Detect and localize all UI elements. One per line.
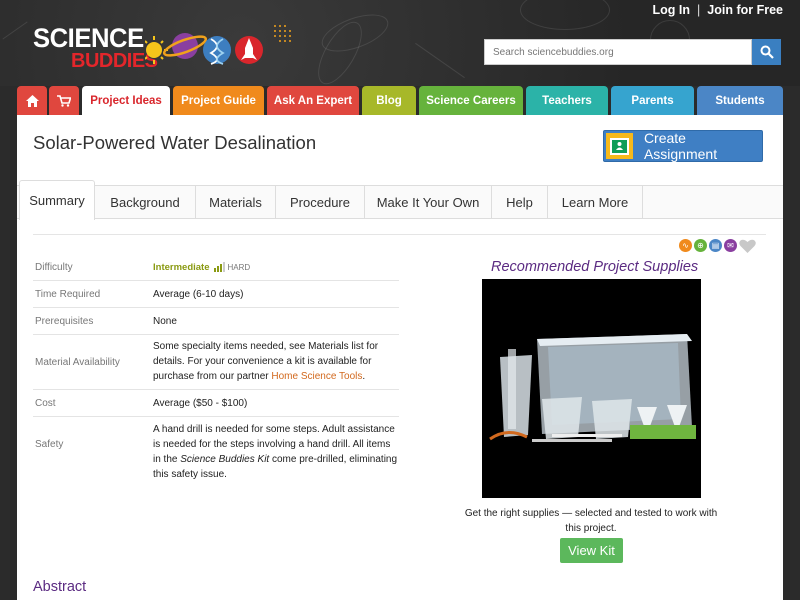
kit-product-image[interactable] (482, 279, 701, 498)
action-icons: ∿ ⊕ ▤ ✉ (679, 239, 756, 254)
email-icon[interactable]: ✉ (724, 239, 737, 252)
difficulty-label: Difficulty (35, 261, 73, 273)
background-doodle (520, 0, 610, 30)
site-header: Log In | Join for Free SCIENCE BUDDIES S… (0, 0, 800, 86)
time-label: Time Required (35, 288, 101, 300)
cart-icon[interactable]: ⊕ (694, 239, 707, 252)
search-icon (760, 45, 774, 59)
tab-help[interactable]: Help (492, 186, 548, 219)
tab-learn-more[interactable]: Learn More (548, 186, 643, 219)
page-title: Solar-Powered Water Desalination (33, 132, 317, 153)
info-row-safety: Safety A hand drill is needed for some s… (33, 417, 399, 481)
material-label: Material Availability (35, 356, 120, 368)
search-button[interactable] (752, 39, 781, 65)
nav-blog[interactable]: Blog (362, 86, 416, 115)
background-doodle (415, 42, 465, 79)
difficulty-hard-label: HARD (227, 262, 251, 272)
nav-teachers[interactable]: Teachers (526, 86, 608, 115)
difficulty-value: Intermediate HARD (153, 254, 399, 280)
login-link[interactable]: Log In (653, 3, 691, 17)
rss-icon[interactable]: ∿ (679, 239, 692, 252)
nav-ask-an-expert[interactable]: Ask An Expert (267, 86, 359, 115)
difficulty-bars-icon (213, 262, 225, 272)
google-classroom-icon (606, 133, 633, 159)
link-separator: | (697, 3, 701, 17)
search-input[interactable]: Search sciencebuddies.org (484, 39, 752, 65)
nav-project-ideas[interactable]: Project Ideas (82, 86, 170, 116)
print-icon[interactable]: ▤ (709, 239, 722, 252)
recommended-supplies-title: Recommended Project Supplies (491, 259, 699, 275)
material-value: Some specialty items needed, see Materia… (153, 335, 399, 389)
abstract-heading: Abstract (33, 579, 87, 595)
safety-label: Safety (35, 439, 64, 450)
nav-science-careers[interactable]: Science Careers (419, 86, 523, 115)
logo-science-icons (145, 25, 291, 65)
info-row-prerequisites: Prerequisites None (33, 308, 399, 335)
kit-caption: Get the right supplies — selected and te… (464, 508, 718, 534)
home-science-tools-link[interactable]: Home Science Tools (271, 371, 362, 382)
material-text-end: . (362, 371, 366, 382)
tab-summary[interactable]: Summary (19, 180, 95, 220)
main-nav: Project Ideas Project Guide Ask An Exper… (17, 86, 783, 116)
nav-project-guide[interactable]: Project Guide (173, 86, 264, 115)
tab-procedure[interactable]: Procedure (276, 186, 365, 219)
difficulty-level: Intermediate (153, 261, 210, 273)
info-row-cost: Cost Average ($50 - $100) (33, 390, 399, 417)
home-icon (25, 94, 39, 107)
prereq-value: None (153, 315, 177, 327)
time-value: Average (6-10 days) (153, 288, 244, 300)
safety-kit-name: Science Buddies Kit (180, 454, 270, 465)
main-content: Solar-Powered Water Desalination Create … (17, 115, 783, 600)
background-doodle (2, 21, 28, 40)
safety-value: A hand drill is needed for some steps. A… (153, 417, 399, 481)
join-link[interactable]: Join for Free (707, 3, 783, 17)
tab-materials[interactable]: Materials (196, 186, 276, 219)
nav-students[interactable]: Students (697, 86, 783, 115)
cost-label: Cost (35, 397, 56, 409)
info-row-material: Material Availability Some specialty ite… (33, 335, 399, 390)
nav-parents[interactable]: Parents (611, 86, 694, 115)
tab-make-it-your-own[interactable]: Make It Your Own (365, 186, 492, 219)
tab-background[interactable]: Background (95, 186, 196, 219)
favorite-heart-icon[interactable] (739, 239, 756, 254)
nav-home[interactable] (17, 86, 47, 115)
project-tabs: Summary Background Materials Procedure M… (17, 180, 783, 220)
section-divider (33, 234, 766, 235)
project-info-table: Difficulty Intermediate HARD Time Requir… (33, 254, 399, 481)
create-assignment-label: Create Assignment (643, 130, 718, 162)
nav-cart[interactable] (49, 86, 79, 115)
kit-photo (482, 279, 701, 498)
create-assignment-button[interactable]: Create Assignment (603, 130, 763, 162)
account-links: Log In | Join for Free (653, 3, 783, 17)
info-row-time: Time Required Average (6-10 days) (33, 281, 399, 308)
science-buddies-logo[interactable]: SCIENCE BUDDIES (33, 22, 303, 77)
cart-icon (57, 94, 71, 107)
prereq-label: Prerequisites (35, 315, 94, 327)
view-kit-button[interactable]: View Kit (560, 538, 623, 563)
info-row-difficulty: Difficulty Intermediate HARD (33, 254, 399, 281)
cost-value: Average ($50 - $100) (153, 397, 248, 409)
